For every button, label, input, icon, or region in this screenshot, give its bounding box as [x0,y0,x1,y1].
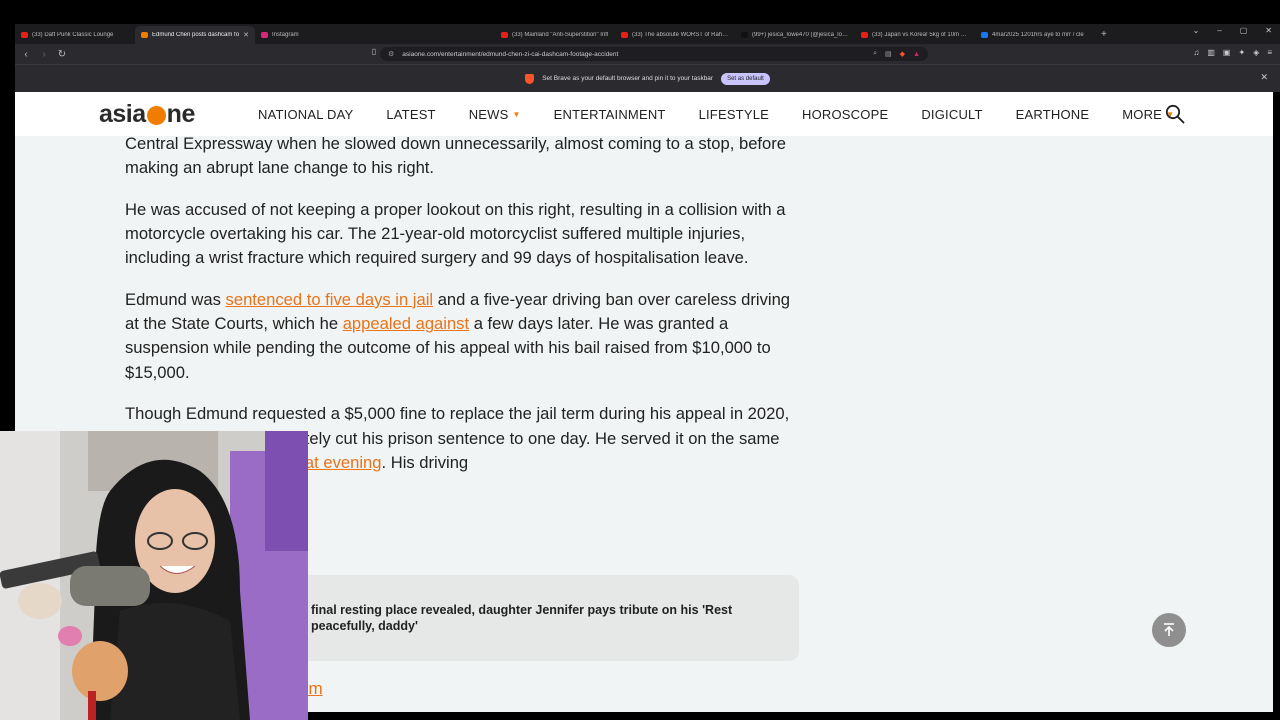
bookmark-icon[interactable]: ▯ [367,47,381,56]
address-bar[interactable]: ⚙ asiaone.com/entertainment/edmund-chen-… [380,47,928,61]
reader-icon[interactable]: ▤ [885,50,892,58]
extensions-icon[interactable]: ✦ [1238,48,1245,57]
arrow-up-icon [1164,623,1174,636]
tab-favicon-icon [861,32,868,38]
tab-label: (99+) jesica_lowe470 (@jesica_lowe4 [752,32,849,38]
nav-item-label: NEWS [468,106,509,122]
tab-favicon-icon [21,32,28,38]
nav-item-news[interactable]: NEWS ▼ [469,107,521,122]
article-paragraph-1: Central Expressway when he slowed down u… [125,134,787,178]
tab-label: (33) The absolute WORST of Rahul an [632,32,729,38]
back-icon[interactable]: ‹ [19,49,33,60]
browser-tab[interactable]: (33) Daft Punk Classic Lounge [15,26,135,44]
tab-label: Instagram [272,32,299,38]
nav-item-latest[interactable]: LATEST [386,107,435,122]
related-article-title: final resting place revealed, daughter J… [311,603,733,633]
sidebar-icon[interactable]: ▥ [1207,48,1215,57]
tab-label: Edmund Chen posts dashcam fo [152,32,240,38]
browser-tab[interactable]: Instagram [255,26,375,44]
sentenced-link[interactable]: sentenced to five days in jail [226,290,434,309]
tab-label: 4mar2025 1201hrs aye to mrr / cle [992,32,1084,38]
close-window-button[interactable]: ✕ [1265,26,1272,35]
browser-tab[interactable]: (33) The absolute WORST of Rahul an [615,26,735,44]
menu-icon[interactable]: ≡ [1267,48,1272,57]
nav-item-label: ENTERTAINMENT [553,106,666,122]
zoom-icon[interactable]: ⌕ [873,50,877,58]
tab-favicon-icon [621,32,628,38]
brave-rewards-icon[interactable]: ▲ [913,51,920,58]
tab-favicon-icon [261,32,268,38]
set-default-button[interactable]: Set as default [721,72,770,85]
webcam-image [0,431,308,720]
browser-tab[interactable]: (99+) jesica_lowe470 (@jesica_lowe4 [735,26,855,44]
appealed-link[interactable]: appealed against [343,314,469,333]
tab-search-icon[interactable]: ⌄ [1193,26,1200,35]
tab-favicon-icon [741,32,748,38]
nav-item-label: LATEST [386,106,436,122]
tab-favicon-icon [981,32,988,38]
forward-icon[interactable]: › [37,49,51,60]
browser-tab[interactable]: (33) Mainland "Anti-Superstition" Infl [495,26,615,44]
nav-item-label: EARTHONE [1015,106,1090,122]
toolbar-right-icons: ♫ ▥ ▣ ✦ ◈ ≡ [1193,48,1272,57]
minimize-button[interactable]: – [1217,26,1221,35]
browser-tab[interactable]: Edmund Chen posts dashcam fo ✕ [135,26,255,44]
tab-label: (33) Daft Punk Classic Lounge [32,32,114,38]
main-nav: NATIONAL DAY LATEST NEWS ▼ ENTERTAINMENT LIFE… [258,92,1207,136]
nav-item-label: LIFESTYLE [698,106,769,122]
browser-tab[interactable]: (33) Japan vs Korea! 5kg of 10m Sup [855,26,975,44]
nav-item-entertainment[interactable]: ENTERTAINMENT [554,107,666,122]
nav-item-label: NATIONAL DAY [258,106,354,122]
infobar-close-icon[interactable]: ✕ [1260,72,1268,83]
browser-toolbar: ‹ › ↻ ▯ ⚙ asiaone.com/entertainment/edmu… [15,44,1280,64]
maximize-button[interactable]: ▢ [1240,26,1248,35]
logo-text-b: ne [166,100,196,128]
chevron-down-icon: ▼ [512,109,521,119]
tab-favicon-icon [141,32,148,38]
p3-text-a: Edmund was [125,290,226,310]
search-icon[interactable] [1165,104,1185,124]
browser-window: (33) Daft Punk Classic Lounge Edmund Chen… [0,0,1280,720]
site-header: asia ne NATIONAL DAY LATEST NEWS ▼ ENTERTAINM… [15,92,1273,136]
logo-o-icon [146,106,166,125]
media-icon[interactable]: ♫ [1193,48,1199,57]
related-article-card[interactable]: final resting place revealed, daughter J… [243,575,799,661]
window-controls: ⌄ – ▢ ✕ [1193,26,1272,35]
nav-item-label: HOROSCOPE [802,106,889,122]
nav-item-label: MORE [1122,106,1163,122]
nav-item-lifestyle[interactable]: LIFESTYLE [699,107,769,122]
infobar-text: Set Brave as your default browser and pi… [542,75,714,82]
nav-item-earthone[interactable]: EARTHONE [1016,107,1090,122]
asiaone-logo[interactable]: asia ne [99,100,195,129]
brave-logo-icon [525,73,535,84]
scroll-to-top-button[interactable] [1152,613,1186,647]
logo-text-a: asia [99,100,146,128]
reload-icon[interactable]: ↻ [55,49,69,60]
tab-close-icon[interactable]: ✕ [243,31,249,39]
nav-item-label: DIGICULT [921,106,983,122]
site-info-icon[interactable]: ⚙ [388,50,394,58]
brave-shields-icon[interactable]: ◆ [900,50,905,58]
nav-item-horoscope[interactable]: HOROSCOPE [802,107,888,122]
article-paragraph-3: Edmund was sentenced to five days in jai… [125,288,805,385]
browser-tab[interactable]: 4mar2025 1201hrs aye to mrr / cle [975,26,1095,44]
tab-favicon-icon [381,32,388,38]
nav-item-national-day[interactable]: NATIONAL DAY [258,107,353,122]
p4-text-b: . His driving [381,452,469,472]
wallet-icon[interactable]: ▣ [1223,48,1231,57]
new-tab-button[interactable]: + [1095,29,1113,40]
tab-label: (33) Mainland "Anti-Superstition" Infl [512,32,609,38]
url-text: asiaone.com/entertainment/edmund-chen-zi… [402,50,619,58]
webcam-overlay [0,431,308,720]
nav-item-digicult[interactable]: DIGICULT [921,107,982,122]
tab-favicon-icon [501,32,508,38]
browser-tab[interactable] [375,26,495,44]
default-browser-infobar: Set Brave as your default browser and pi… [15,64,1280,92]
article-paragraph-2: He was accused of not keeping a proper l… [125,199,786,268]
vpn-icon[interactable]: ◈ [1253,48,1259,57]
tab-label: (33) Japan vs Korea! 5kg of 10m Sup [872,32,969,38]
tab-strip: (33) Daft Punk Classic Lounge Edmund Chen… [15,24,1280,44]
